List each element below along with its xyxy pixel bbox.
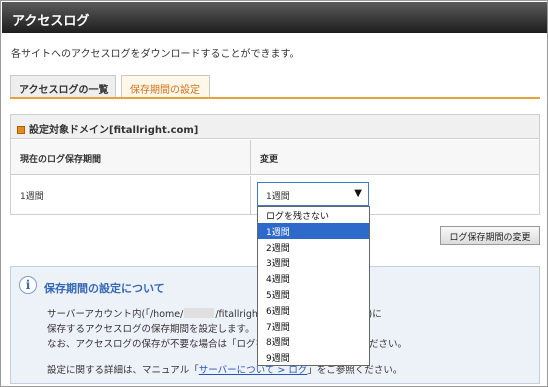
window-title: アクセスログ [2, 2, 547, 33]
option-5-weeks[interactable]: 5週間 [258, 286, 369, 302]
option-8-weeks[interactable]: 8週間 [258, 333, 369, 349]
redacted-username [184, 308, 215, 318]
tab-retention-settings[interactable]: 保存期間の設定 [121, 75, 210, 97]
option-3-weeks[interactable]: 3週間 [258, 254, 369, 270]
info-line-2: 保存するアクセスログの保存期間を設定します。 [47, 324, 255, 335]
tab-access-log-list[interactable]: アクセスログの一覧 [10, 75, 116, 97]
page-description: 各サイトへのアクセスログをダウンロードすることができます。 [11, 49, 300, 60]
option-6-weeks[interactable]: 6週間 [258, 302, 369, 318]
option-4-weeks[interactable]: 4週間 [258, 270, 369, 286]
bullet-square-icon [17, 126, 25, 134]
column-header-current: 現在のログ保存期間 [11, 140, 251, 175]
option-no-log[interactable]: ログを残さない [258, 207, 369, 223]
panel-heading-text: 設定対象ドメイン[fitallright.com] [29, 125, 199, 136]
retention-options-list: ログを残さない 1週間 2週間 3週間 4週間 5週間 6週間 7週間 8週間 … [257, 206, 370, 366]
info-line-4a: 設定に関する詳細は、マニュアル「 [47, 365, 199, 376]
column-header-change: 変更 [251, 140, 539, 175]
info-line-1a: サーバーアカウント内(「/home/ [47, 309, 184, 320]
app-window: アクセスログ 各サイトへのアクセスログをダウンロードすることができます。 アクセ… [0, 0, 548, 387]
current-period-value: 1週間 [11, 176, 251, 214]
info-icon: i [19, 276, 37, 294]
tab-underline [10, 97, 540, 99]
dropdown-arrow-icon: ▼ [354, 188, 362, 199]
panel-heading: 設定対象ドメイン[fitallright.com] [11, 115, 539, 139]
option-7-weeks[interactable]: 7週間 [258, 318, 369, 334]
select-value: 1週間 [266, 192, 290, 202]
retention-period-select[interactable]: 1週間 ▼ [257, 182, 369, 206]
manual-link[interactable]: サーバーについて > ログ [199, 365, 308, 376]
option-1-week[interactable]: 1週間 [258, 222, 369, 239]
option-9-weeks[interactable]: 9週間 [258, 349, 369, 365]
change-retention-button[interactable]: ログ保存期間の変更 [440, 226, 540, 245]
info-title: 保存期間の設定について [44, 282, 165, 295]
option-2-weeks[interactable]: 2週間 [258, 239, 369, 255]
info-line-4b: 」をご参照ください。 [307, 365, 403, 376]
